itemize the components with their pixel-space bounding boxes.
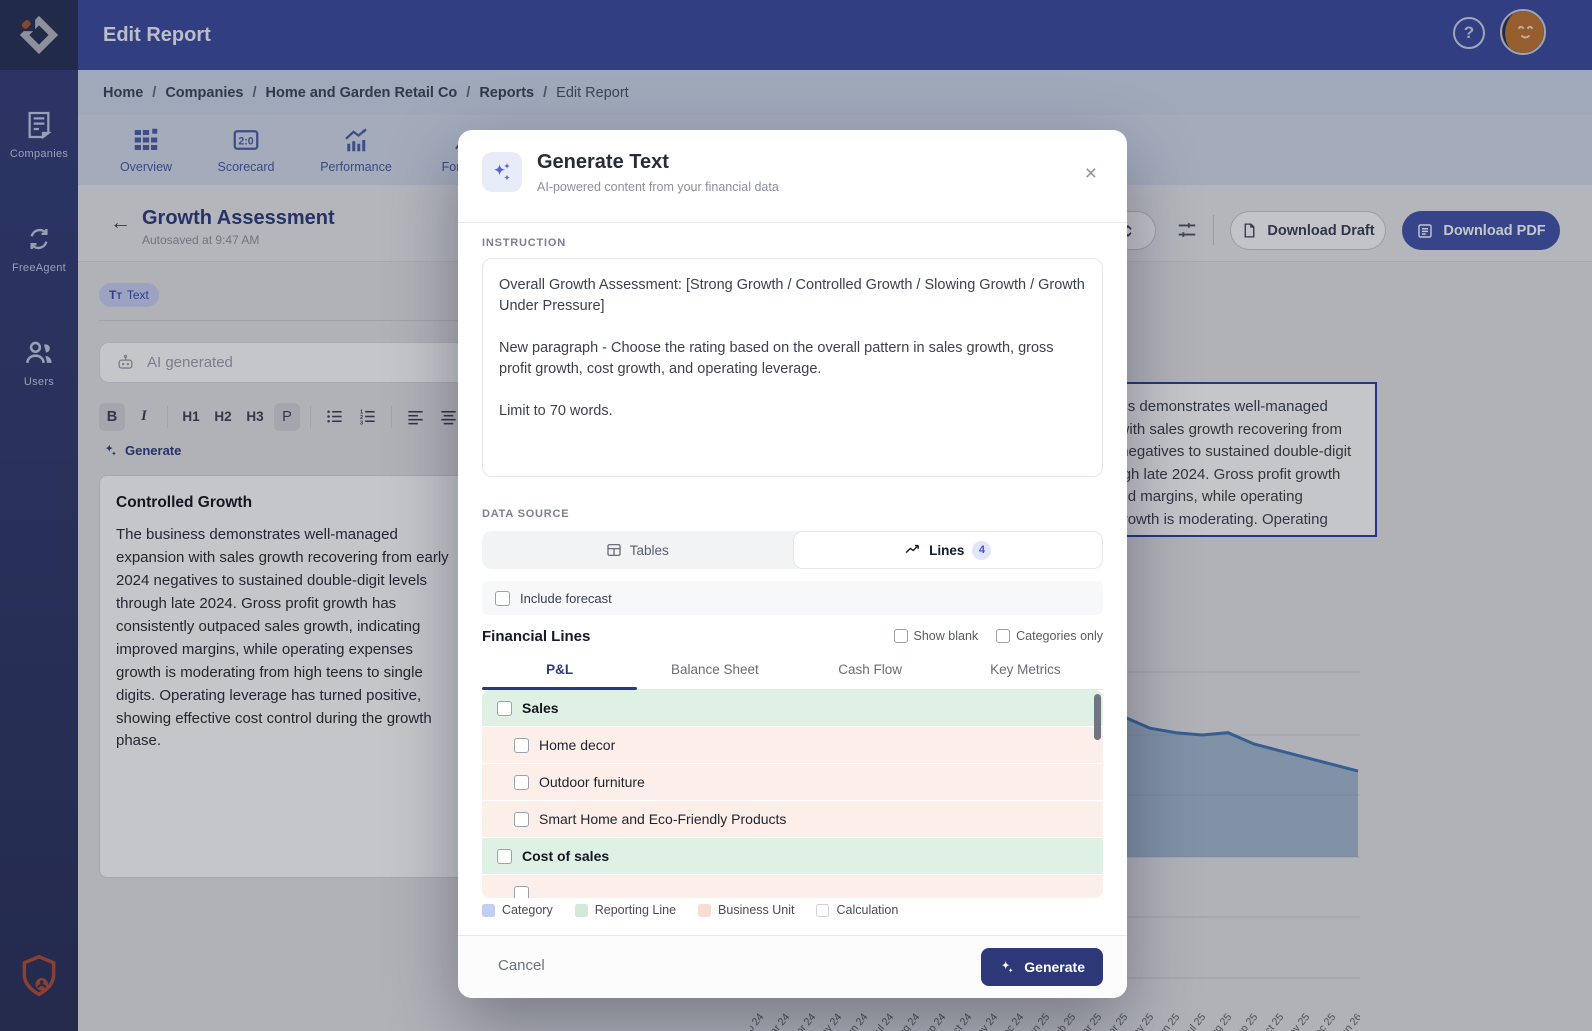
sparkle-icon: [1001, 961, 1014, 973]
legend-label: Category: [502, 903, 553, 917]
legend-label: Reporting Line: [594, 903, 677, 917]
instruction-textarea[interactable]: Overall Growth Assessment: [Strong Growt…: [482, 258, 1103, 477]
table-icon: [607, 544, 621, 556]
financial-lines-header: Financial Lines Show blank Categories on…: [482, 625, 1103, 647]
financial-lines-list: Sales Home decor Outdoor furniture Smart Ho…: [482, 690, 1103, 898]
line-checkbox[interactable]: [514, 737, 529, 753]
line-label: Outdoor furniture: [539, 774, 645, 790]
line-checkbox[interactable]: [514, 774, 529, 790]
tab-pnl[interactable]: P&L: [482, 657, 638, 690]
tab-key-metrics[interactable]: Key Metrics: [948, 657, 1103, 689]
row-type-legend: Category Reporting Line Business Unit Calcu…: [482, 903, 898, 917]
list-scrollbar-thumb[interactable]: [1094, 694, 1101, 740]
statement-tabs: P&L Balance Sheet Cash Flow Key Metrics: [482, 657, 1103, 690]
screen: Companies FreeAgent Users Edit Report ? …: [0, 0, 1592, 1031]
financial-line-row[interactable]: Cost of sales: [482, 838, 1103, 875]
line-checkbox[interactable]: [497, 700, 512, 716]
financial-line-row[interactable]: Sales: [482, 690, 1103, 727]
financial-line-row[interactable]: Outdoor furniture: [482, 764, 1103, 801]
legend-item: Calculation: [816, 903, 898, 917]
financial-lines-title: Financial Lines: [482, 627, 591, 645]
tab-cash-flow[interactable]: Cash Flow: [793, 657, 948, 689]
legend-swatch: [816, 903, 830, 917]
tab-balance-sheet[interactable]: Balance Sheet: [637, 657, 792, 689]
line-label: Smart Home and Eco-Friendly Products: [539, 811, 787, 827]
data-source-label: DATA SOURCE: [482, 508, 570, 520]
line-label: Sales: [522, 700, 559, 716]
lines-count-badge: 4: [972, 540, 992, 560]
include-forecast-checkbox[interactable]: [495, 590, 510, 606]
trend-icon: [905, 544, 919, 553]
legend-swatch: [574, 903, 588, 917]
tables-segment[interactable]: Tables: [482, 531, 793, 569]
financial-line-row[interactable]: Home decor: [482, 727, 1103, 764]
line-label: Cost of sales: [522, 848, 610, 864]
tables-segment-label: Tables: [629, 542, 669, 558]
generate-button-label: Generate: [1024, 959, 1085, 975]
generate-text-modal: Generate Text AI-powered content from yo…: [458, 130, 1127, 998]
legend-swatch: [698, 903, 712, 917]
categories-only-checkbox[interactable]: [996, 629, 1011, 643]
show-blank-label: Show blank: [913, 629, 979, 643]
include-forecast-row: Include forecast: [482, 581, 1103, 615]
show-blank-checkbox[interactable]: [893, 629, 908, 643]
instruction-label: INSTRUCTION: [482, 237, 566, 249]
legend-swatch: [482, 903, 495, 917]
legend-item: Business Unit: [698, 903, 794, 917]
line-checkbox[interactable]: [497, 848, 512, 864]
modal-icon-tile: [482, 152, 522, 192]
modal-header-divider: [458, 222, 1127, 223]
legend-item: Category: [482, 903, 553, 917]
ai-sparkles-icon: [493, 163, 510, 181]
legend-label: Business Unit: [718, 903, 795, 917]
categories-only-label: Categories only: [1016, 629, 1103, 643]
modal-title: Generate Text: [537, 151, 669, 173]
line-label: Home decor: [539, 737, 616, 753]
line-checkbox[interactable]: [514, 811, 529, 827]
financial-line-row[interactable]: [482, 875, 1103, 898]
include-forecast-label: Include forecast: [520, 590, 612, 606]
modal-subtitle: AI-powered content from your financial d…: [537, 180, 779, 194]
modal-footer: Cancel Generate: [458, 935, 1127, 998]
legend-item: Reporting Line: [574, 903, 677, 917]
cancel-button[interactable]: Cancel: [498, 957, 545, 974]
data-source-segmented-control: Tables Lines 4: [482, 531, 1103, 569]
lines-segment[interactable]: Lines 4: [792, 531, 1103, 569]
financial-line-row[interactable]: Smart Home and Eco-Friendly Products: [482, 801, 1103, 838]
legend-label: Calculation: [836, 903, 899, 917]
lines-segment-label: Lines: [929, 542, 965, 558]
close-icon[interactable]: ×: [1085, 163, 1097, 184]
line-checkbox[interactable]: [514, 885, 529, 898]
generate-button[interactable]: Generate: [981, 948, 1103, 986]
